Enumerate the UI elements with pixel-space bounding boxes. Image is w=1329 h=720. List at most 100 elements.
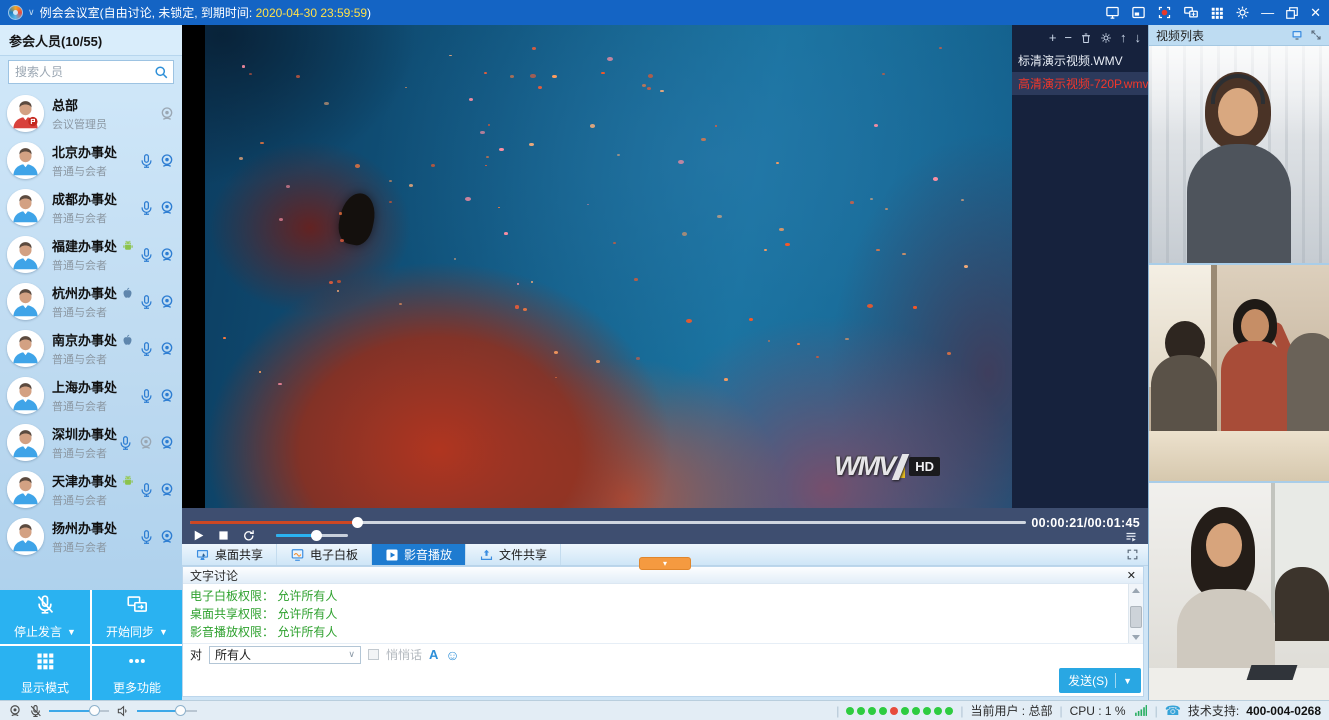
tab-media[interactable]: 影音播放 (372, 544, 466, 565)
seek-bar[interactable] (190, 521, 1026, 524)
scroll-up-arrow[interactable] (1129, 584, 1143, 596)
camera-icon[interactable] (159, 106, 175, 122)
participant-row[interactable]: 杭州办事处普通与会者 (0, 278, 182, 325)
playlist-trash-icon[interactable] (1080, 32, 1092, 44)
collapse-panel-handle[interactable]: ▾ (639, 557, 691, 570)
video-window-icon[interactable] (1290, 29, 1304, 41)
participant-row[interactable]: 扬州办事处普通与会者 (0, 513, 182, 560)
seek-handle[interactable] (352, 517, 363, 528)
font-style-icon[interactable]: A (429, 647, 438, 662)
video-list-panel: 视频列表 (1148, 25, 1329, 700)
playlist-remove-icon[interactable]: − (1064, 31, 1072, 44)
send-options-caret[interactable]: ▼ (1123, 676, 1132, 686)
participant-row[interactable]: 天津办事处普通与会者 (0, 466, 182, 513)
restore-button[interactable] (1285, 6, 1299, 20)
chat-input-area[interactable]: 发送(S) ▼ (183, 665, 1143, 696)
mic-icon[interactable] (139, 294, 154, 310)
mic-icon[interactable] (139, 529, 154, 545)
mic-volume-slider[interactable] (49, 710, 109, 712)
camera-icon[interactable] (159, 435, 175, 451)
app-logo-icon[interactable] (8, 5, 23, 20)
playlist-add-icon[interactable]: + (1049, 31, 1057, 44)
sync-button[interactable]: 开始同步▼ (92, 590, 182, 644)
network-sync-icon[interactable] (1183, 5, 1199, 20)
grid-button[interactable]: 显示模式 (0, 646, 90, 700)
tab-desktop[interactable]: 桌面共享 (182, 544, 277, 565)
fish-dot (504, 232, 508, 235)
camera-icon[interactable] (138, 435, 154, 451)
record-icon[interactable] (1157, 5, 1172, 20)
volume-handle[interactable] (311, 530, 322, 541)
speaker-volume-slider[interactable] (137, 710, 197, 712)
camera-icon[interactable] (159, 482, 175, 498)
scroll-thumb[interactable] (1130, 606, 1142, 628)
settings-gear-icon[interactable] (1235, 5, 1250, 20)
tab-whiteboard[interactable]: 电子白板 (277, 544, 372, 565)
video-tile-meeting-room[interactable] (1149, 265, 1329, 482)
mic-icon[interactable] (139, 341, 154, 357)
participant-row[interactable]: 北京办事处普通与会者 (0, 137, 182, 184)
camera-icon[interactable] (159, 153, 175, 169)
playlist-move-down-icon[interactable]: ↓ (1135, 31, 1142, 44)
participant-row[interactable]: 福建办事处普通与会者 (0, 231, 182, 278)
camera-icon[interactable] (159, 247, 175, 263)
fish-dot (465, 197, 471, 201)
camera-icon[interactable] (159, 529, 175, 545)
emoji-icon[interactable]: ☺ (445, 648, 459, 662)
logo-chevron-icon[interactable]: ∨ (28, 7, 35, 18)
participant-row[interactable]: 成都办事处普通与会者 (0, 184, 182, 231)
camera-icon[interactable] (159, 388, 175, 404)
playlist-toggle-icon[interactable] (1124, 531, 1138, 543)
loop-button[interactable] (242, 529, 255, 542)
video-canvas[interactable]: WMV HD (205, 25, 1012, 508)
chat-scrollbar[interactable] (1128, 584, 1143, 643)
mic-off-button[interactable]: 停止发言▼ (0, 590, 90, 644)
mic-icon[interactable] (139, 388, 154, 404)
recipient-select[interactable]: 所有人 ∨ (209, 646, 361, 664)
mic-icon[interactable] (139, 247, 154, 263)
minimize-button[interactable]: — (1261, 6, 1274, 19)
mic-muted-icon[interactable] (29, 704, 42, 718)
scroll-down-arrow[interactable] (1129, 631, 1143, 643)
camera-icon[interactable] (159, 341, 175, 357)
chat-close-icon[interactable]: ✕ (1127, 569, 1136, 582)
playlist-item[interactable]: 高清演示视频-720P.wmv删除 (1012, 72, 1148, 95)
camera-icon[interactable] (159, 200, 175, 216)
fullscreen-icon[interactable] (1126, 548, 1139, 561)
display-mode-icon[interactable] (1105, 5, 1120, 20)
camera-icon[interactable] (159, 294, 175, 310)
whisper-checkbox[interactable] (368, 649, 379, 660)
speaker-icon[interactable] (116, 704, 130, 718)
participant-row[interactable]: 上海办事处普通与会者 (0, 372, 182, 419)
mic-icon[interactable] (139, 200, 154, 216)
dropdown-caret-icon[interactable]: ▼ (67, 627, 76, 637)
playlist-move-up-icon[interactable]: ↑ (1120, 31, 1127, 44)
fish-dot (816, 356, 819, 358)
volume-slider[interactable] (276, 534, 348, 537)
participant-row[interactable]: 总部会议管理员 (0, 90, 182, 137)
mic-icon[interactable] (118, 435, 133, 451)
playlist-settings-icon[interactable] (1100, 32, 1112, 44)
participant-row[interactable]: 南京办事处普通与会者 (0, 325, 182, 372)
mic-icon[interactable] (139, 153, 154, 169)
video-tile-woman-desk[interactable] (1149, 483, 1329, 700)
tab-fileshare[interactable]: 文件共享 (466, 544, 561, 565)
mic-icon[interactable] (139, 482, 154, 498)
pip-layout-icon[interactable] (1131, 5, 1146, 20)
search-icon[interactable] (154, 65, 169, 83)
participant-device-icons (139, 200, 175, 216)
dropdown-caret-icon[interactable]: ▼ (159, 627, 168, 637)
play-button[interactable] (192, 529, 205, 542)
send-button[interactable]: 发送(S) ▼ (1059, 668, 1141, 693)
local-camera-icon[interactable] (8, 704, 22, 718)
video-tile-woman-headset[interactable] (1149, 46, 1329, 263)
stop-button[interactable] (218, 530, 229, 541)
permission-message: 电子白板权限： 允许所有人 (190, 587, 1121, 605)
playlist-item[interactable]: 标清演示视频.WMV (1012, 49, 1148, 72)
more-button[interactable]: 更多功能 (92, 646, 182, 700)
apps-grid-icon[interactable] (1210, 6, 1224, 20)
panel-expand-icon[interactable] (1310, 29, 1322, 41)
search-input[interactable] (8, 60, 174, 84)
close-button[interactable]: ✕ (1310, 6, 1321, 19)
participant-row[interactable]: 深圳办事处普通与会者 (0, 419, 182, 466)
